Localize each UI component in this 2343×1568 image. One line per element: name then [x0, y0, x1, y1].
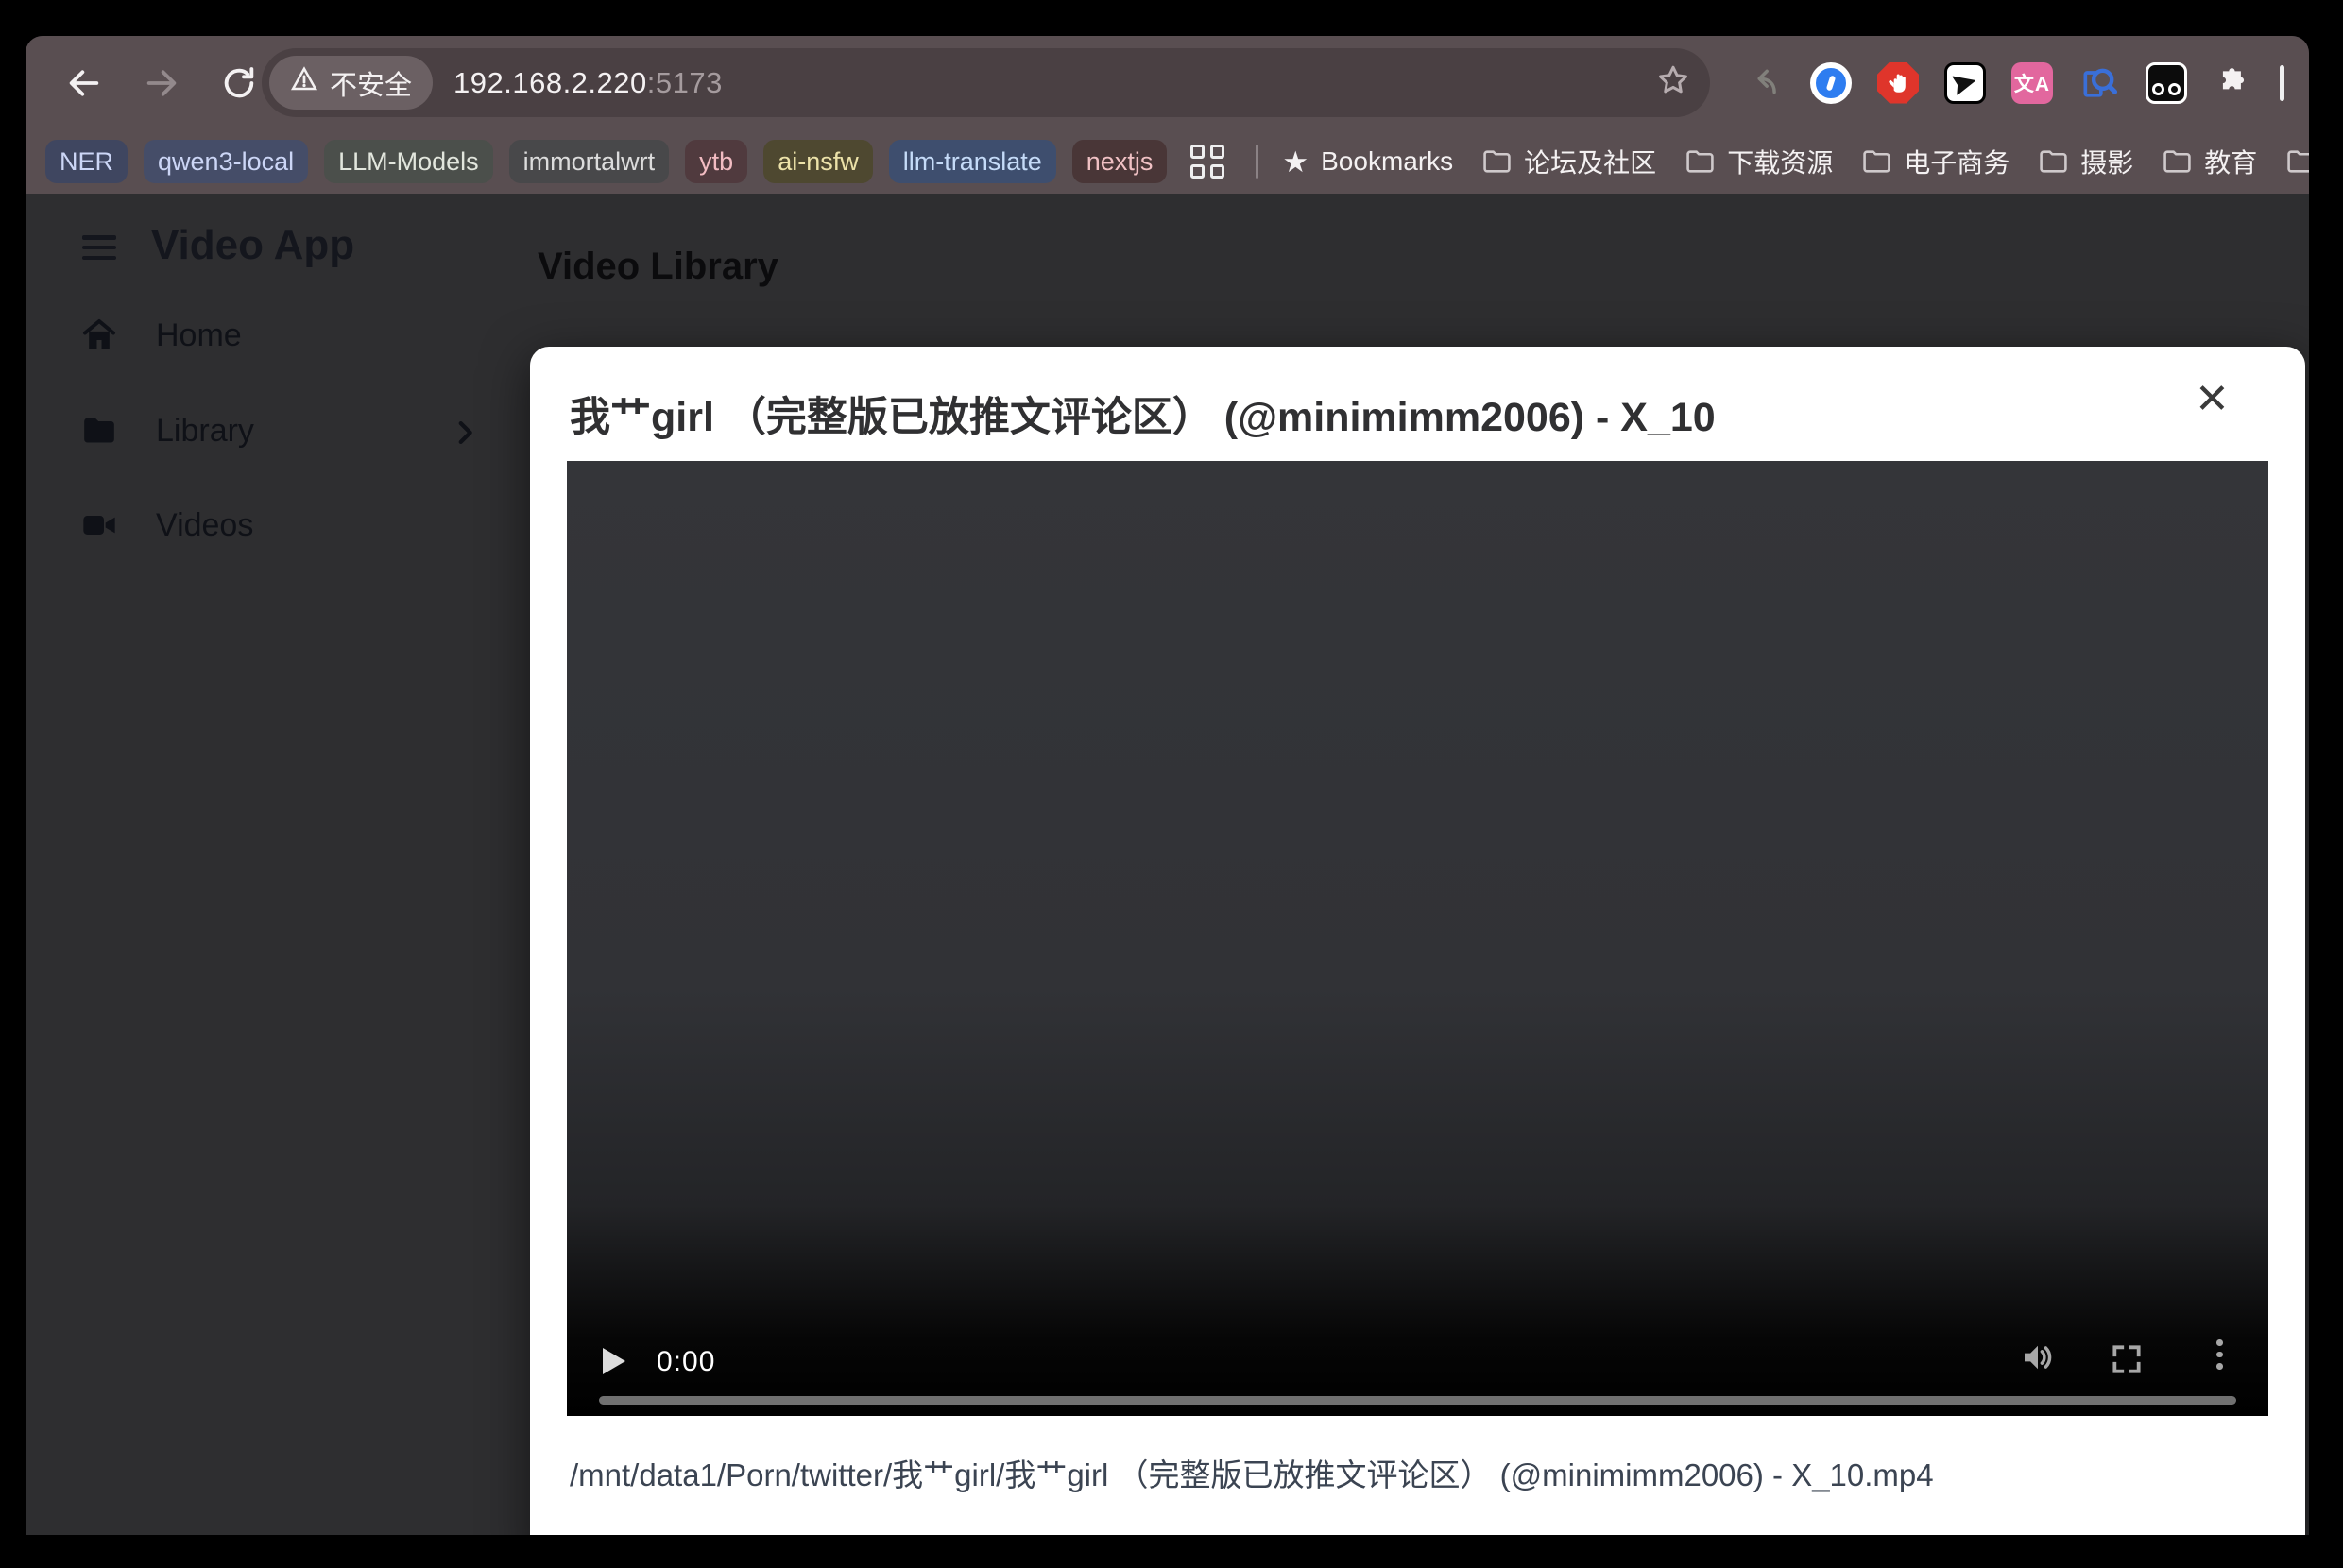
url-text[interactable]: 192.168.2.220:5173 [453, 66, 723, 100]
extensions-cluster: 文A [1743, 36, 2284, 129]
sidebar-toggle-hamburger-icon[interactable] [82, 235, 116, 260]
bookmark-folder-ecommerce[interactable]: 电子商务 [1862, 143, 2010, 180]
sidebar-item-library[interactable]: Library [80, 412, 254, 450]
bookmark-folder-photography[interactable]: 摄影 [2039, 143, 2133, 180]
warning-icon [290, 65, 318, 101]
tab-group-ner[interactable]: NER [45, 140, 128, 183]
video-file-path: /mnt/data1/Porn/twitter/我艹girl/我艹girl （完… [570, 1450, 2261, 1495]
screenshot-stage: 不安全 192.168.2.220:5173 [0, 0, 2343, 1568]
bookmarks-star-icon: ★ [1282, 147, 1308, 177]
folder-icon [2163, 149, 2192, 174]
tab-group-llm-translate[interactable]: llm-translate [889, 140, 1056, 183]
url-port: :5173 [647, 66, 723, 99]
adblock-hand-extension-icon[interactable] [1877, 62, 1919, 104]
sidebar-item-label: Videos [156, 507, 253, 544]
translate-glyph: 文A [2014, 69, 2050, 97]
apps-grid-icon[interactable] [1190, 145, 1224, 179]
doc-search-extension-icon[interactable] [2078, 62, 2120, 104]
reload-icon[interactable] [218, 62, 260, 104]
security-chip[interactable]: 不安全 [269, 56, 433, 110]
sidebar-item-videos[interactable]: Videos [80, 506, 253, 544]
folder-label: 教育 [2204, 143, 2257, 180]
app-title: Video App [151, 222, 354, 269]
bookmark-folder-good[interactable]: Good [2286, 146, 2309, 177]
more-options-icon[interactable] [2216, 1339, 2223, 1370]
tab-group-nextjs[interactable]: nextjs [1072, 140, 1168, 183]
bookmark-folder-education[interactable]: 教育 [2163, 143, 2257, 180]
tab-group-llm-models[interactable]: LLM-Models [324, 140, 493, 183]
chevron-right-icon[interactable] [449, 417, 481, 453]
password-manager-extension-icon[interactable] [1810, 62, 1852, 104]
folder-label: 下载资源 [1727, 143, 1833, 180]
home-icon [80, 316, 118, 354]
video-progress-bar[interactable] [599, 1396, 2236, 1405]
folder-label: 论坛及社区 [1524, 143, 1656, 180]
sidebar-item-home[interactable]: Home [80, 316, 242, 354]
page-heading: Video Library [538, 246, 778, 288]
bookmark-star-icon[interactable] [1655, 62, 1691, 103]
bookmark-folder-forums[interactable]: 论坛及社区 [1482, 143, 1656, 180]
tab-group-qwen3-local[interactable]: qwen3-local [144, 140, 308, 183]
sidebar-item-label: Library [156, 413, 254, 450]
security-label: 不安全 [330, 63, 412, 103]
bookmarks-folder-root[interactable]: ★ Bookmarks [1282, 146, 1453, 177]
browser-window: 不安全 192.168.2.220:5173 [26, 36, 2309, 1535]
bookmark-folder-downloads[interactable]: 下载资源 [1685, 143, 1833, 180]
oo-extension-icon[interactable] [2146, 62, 2187, 104]
folder-label: 摄影 [2080, 143, 2133, 180]
folder-icon [1685, 149, 1715, 174]
video-camera-icon [80, 506, 118, 544]
back-icon[interactable] [63, 62, 105, 104]
folder-icon [1862, 149, 1891, 174]
tab-group-ytb[interactable]: ytb [685, 140, 747, 183]
paper-plane-extension-icon[interactable] [1944, 62, 1986, 104]
send-tab-arrow-icon[interactable] [1743, 62, 1785, 104]
nav-buttons [63, 36, 260, 129]
folder-icon [2039, 149, 2068, 174]
folder-icon [1482, 149, 1512, 174]
address-bar[interactable]: 不安全 192.168.2.220:5173 [262, 48, 1710, 117]
tab-group-immortalwrt[interactable]: immortalwrt [509, 140, 670, 183]
folder-icon [80, 412, 118, 450]
current-time: 0:00 [657, 1346, 715, 1378]
bookmarks-bar: NER qwen3-local LLM-Models immortalwrt y… [26, 129, 2309, 194]
fullscreen-icon[interactable] [2109, 1341, 2145, 1382]
forward-icon[interactable] [141, 62, 182, 104]
play-icon[interactable] [603, 1348, 625, 1374]
bookmarks-separator [1256, 145, 1258, 179]
url-host: 192.168.2.220 [453, 66, 647, 99]
video-modal: 我艹girl （完整版已放推文评论区） (@minimimm2006) - X_… [530, 347, 2305, 1535]
tab-group-ai-nsfw[interactable]: ai-nsfw [763, 140, 873, 183]
profile-edge-bar [2280, 65, 2284, 101]
sidebar-item-label: Home [156, 317, 242, 354]
close-icon[interactable]: ✕ [2195, 379, 2230, 420]
modal-title: 我艹girl （完整版已放推文评论区） (@minimimm2006) - X_… [570, 384, 2157, 443]
volume-icon[interactable] [2018, 1338, 2058, 1382]
page-content: Video App Home Library Videos Video Libr… [26, 194, 2309, 1535]
folder-icon [2286, 149, 2309, 174]
translate-extension-icon[interactable]: 文A [2011, 62, 2053, 104]
folder-label: 电子商务 [1904, 143, 2010, 180]
video-player[interactable]: 0:00 [567, 461, 2268, 1416]
bookmarks-label: Bookmarks [1321, 146, 1453, 177]
extensions-puzzle-icon[interactable] [2213, 62, 2254, 104]
browser-toolbar: 不安全 192.168.2.220:5173 [26, 36, 2309, 129]
